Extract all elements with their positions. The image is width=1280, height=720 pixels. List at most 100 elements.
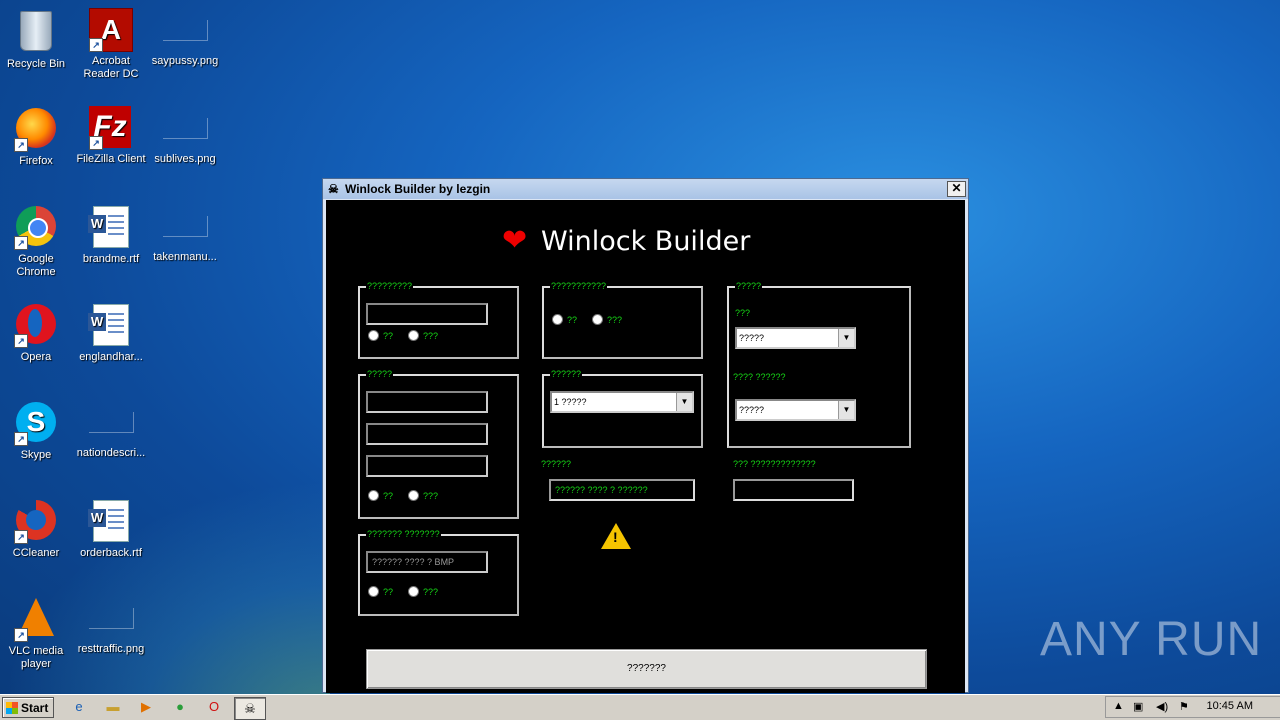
window-titlebar[interactable]: ☠ Winlock Builder by lezgin ✕ (323, 179, 968, 199)
desktop-icon-firefox[interactable]: ↗ Firefox (1, 106, 71, 168)
group-2-text-field-3[interactable] (366, 455, 488, 477)
network-icon[interactable]: ▣ (1133, 700, 1143, 713)
image-file-icon (162, 20, 208, 41)
anyrun-watermark: ANY RUN (1040, 613, 1263, 666)
group-3-radio-1[interactable]: ?? (368, 586, 393, 597)
desktop-icon-nationdescri[interactable]: nationdescri... (76, 400, 146, 460)
clock[interactable]: 10:45 AM (1207, 700, 1253, 712)
desktop-icon-resttraffic[interactable]: resttraffic.png (76, 596, 146, 656)
close-button[interactable]: ✕ (947, 181, 966, 197)
system-tray: ▲ ▣ ◀) ⚑ 10:45 AM (1105, 696, 1280, 718)
internet-explorer-icon[interactable]: e (70, 698, 88, 716)
group-6-select-2[interactable]: ????? ▼ (735, 399, 856, 421)
ccleaner-icon: ↗ (14, 500, 58, 544)
radio-dot[interactable] (368, 330, 379, 341)
build-button[interactable]: ??????? (366, 649, 927, 689)
desktop-icon-brandme[interactable]: W brandme.rtf (76, 204, 146, 266)
radio-dot[interactable] (408, 490, 419, 501)
radio-dot[interactable] (552, 314, 563, 325)
radio-dot[interactable] (408, 330, 419, 341)
group-6-label-2: ???? ?????? (733, 372, 786, 382)
desktop-icon-recycle-bin[interactable]: Recycle Bin (1, 8, 71, 71)
radio-dot[interactable] (592, 314, 603, 325)
desktop-icon-chrome[interactable]: ↗ Google Chrome (1, 204, 71, 279)
warning-icon: ! (601, 523, 631, 549)
chrome-taskbar-icon[interactable]: ● (171, 698, 189, 716)
skype-icon: S ↗ (14, 402, 58, 446)
tray-expand-icon[interactable]: ▲ (1113, 700, 1124, 712)
filezilla-icon: Fz ↗ (89, 106, 133, 150)
acrobat-icon: A ↗ (89, 8, 133, 52)
dropdown-arrow-icon[interactable]: ▼ (838, 329, 854, 347)
desktop-icon-label: Opera (20, 351, 52, 363)
opera-taskbar-icon[interactable]: O (205, 698, 223, 716)
image-path-field[interactable]: ?????? ???? ? BMP (366, 551, 488, 573)
media-player-icon[interactable]: ▶ (137, 698, 155, 716)
file-icon (88, 412, 134, 433)
desktop-icon-opera[interactable]: ↗ Opera (1, 302, 71, 364)
group-box-5: ?????? 1 ????? ▼ (542, 369, 703, 448)
desktop-icon-label: FileZilla Client (76, 153, 146, 165)
desktop-icon-ccleaner[interactable]: ↗ CCleaner (1, 498, 71, 560)
mid-text-field[interactable]: ?????? ???? ? ?????? (549, 479, 695, 501)
dropdown-arrow-icon[interactable]: ▼ (838, 401, 854, 419)
group-2-text-field-2[interactable] (366, 423, 488, 445)
right-text-field[interactable] (733, 479, 854, 501)
duration-select[interactable]: 1 ????? ▼ (550, 391, 694, 413)
desktop-icon-label: Google Chrome (16, 253, 56, 278)
action-center-flag-icon[interactable]: ⚑ (1179, 700, 1189, 713)
group-2-radio-1[interactable]: ?? (368, 490, 393, 501)
radio-dot[interactable] (368, 490, 379, 501)
desktop-icon-takenmanu[interactable]: takenmanu... (150, 204, 220, 264)
desktop-icon-label: Acrobat Reader DC (83, 55, 139, 80)
group-2-text-field-1[interactable] (366, 391, 488, 413)
firefox-icon: ↗ (14, 108, 58, 152)
file-icon (162, 216, 208, 237)
volume-icon[interactable]: ◀) (1156, 700, 1168, 713)
desktop-icon-saypussy[interactable]: saypussy.png (150, 8, 220, 68)
group-1-radio-1[interactable]: ?? (368, 330, 393, 341)
desktop-icon-filezilla[interactable]: Fz ↗ FileZilla Client (76, 106, 146, 166)
group-2-radio-2[interactable]: ??? (408, 490, 438, 501)
group-1-text-field[interactable] (366, 303, 488, 325)
radio-label: ??? (607, 314, 623, 325)
start-label: Start (21, 701, 49, 715)
desktop-icon-englandhar[interactable]: W englandhar... (76, 302, 146, 364)
group-box-5-title: ?????? (550, 369, 583, 380)
desktop-icon-label: Firefox (19, 155, 53, 167)
right-field-label: ??? ????????????? (733, 459, 816, 469)
radio-label: ??? (423, 490, 439, 501)
group-4-radio-1[interactable]: ?? (552, 314, 577, 325)
image-file-icon (88, 608, 134, 629)
desktop-icon-orderback[interactable]: W orderback.rtf (76, 498, 146, 560)
desktop-icon-label: orderback.rtf (80, 547, 142, 559)
desktop-icon-label: Skype (20, 449, 52, 461)
group-3-radio-2[interactable]: ??? (408, 586, 438, 597)
desktop-icon-label: saypussy.png (151, 55, 219, 67)
word-document-icon: W (88, 500, 133, 544)
group-1-radio-2[interactable]: ??? (408, 330, 438, 341)
desktop-icon-vlc[interactable]: ↗ VLC media player (1, 596, 71, 671)
desktop-icon-label: CCleaner (12, 547, 60, 559)
radio-dot[interactable] (408, 586, 419, 597)
group-6-select-1[interactable]: ????? ▼ (735, 327, 856, 349)
group-6-label-1: ??? (735, 308, 751, 318)
radio-dot[interactable] (368, 586, 379, 597)
desktop-icon-acrobat[interactable]: A ↗ Acrobat Reader DC (76, 8, 146, 81)
desktop-icon-label: takenmanu... (153, 251, 217, 263)
radio-label: ??? (423, 586, 439, 597)
group-box-6-title: ????? (735, 281, 763, 292)
radio-label: ?? (383, 490, 394, 501)
desktop-icon-skype[interactable]: S ↗ Skype (1, 400, 71, 462)
chrome-icon: ↗ (14, 206, 58, 250)
radio-label: ?? (567, 314, 578, 325)
folder-icon[interactable]: ▬ (104, 698, 122, 716)
select-value: ????? (739, 405, 765, 415)
desktop-icon-sublives[interactable]: sublives.png (150, 106, 220, 166)
group-4-radio-2[interactable]: ??? (592, 314, 622, 325)
dropdown-arrow-icon[interactable]: ▼ (676, 393, 692, 411)
group-box-1-title: ????????? (366, 281, 414, 292)
radio-label: ?? (383, 586, 394, 597)
start-button[interactable]: Start (2, 697, 54, 718)
winlock-taskbar-button[interactable]: ☠ (234, 697, 266, 720)
